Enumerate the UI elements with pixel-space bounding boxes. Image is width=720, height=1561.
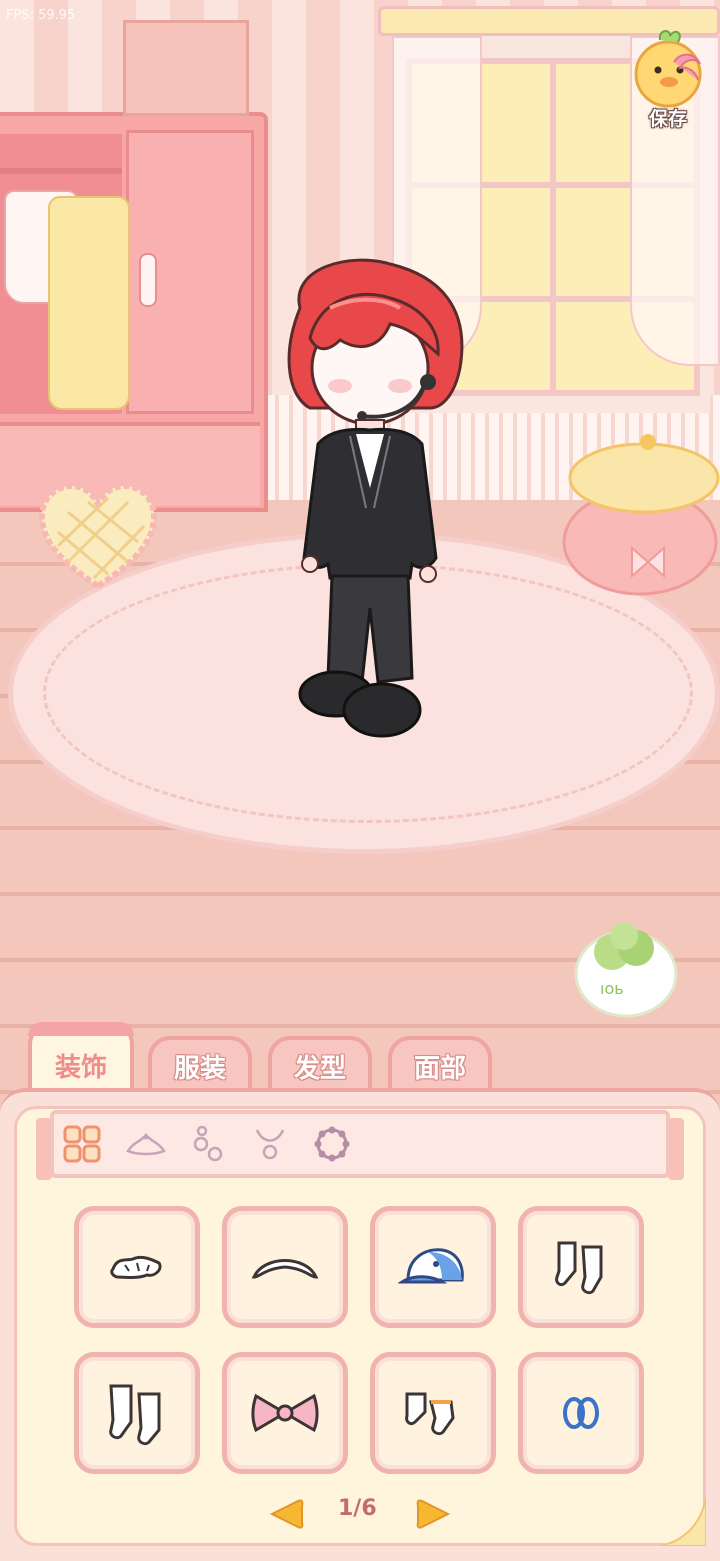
tab-label: 装饰 xyxy=(54,1053,107,1083)
tab-hairstyle[interactable]: 发型 xyxy=(268,1036,372,1092)
page-indicator: 1/6 xyxy=(338,1496,377,1521)
pink-pouf xyxy=(562,434,720,596)
item-slot[interactable] xyxy=(518,1206,644,1328)
prev-page-icon[interactable] xyxy=(268,1498,304,1530)
item-slot[interactable] xyxy=(222,1206,348,1328)
plant-pot: ıoь xyxy=(574,922,678,1018)
door-handle xyxy=(139,253,157,307)
headband-icon xyxy=(251,1259,319,1279)
hanging-yellow-dress xyxy=(48,196,130,410)
save-button[interactable]: 保存 xyxy=(630,28,706,130)
save-label: 保存 xyxy=(648,108,687,130)
tab-clothing[interactable]: 服装 xyxy=(148,1036,252,1092)
next-page-icon[interactable] xyxy=(416,1498,452,1530)
hanging-rod xyxy=(0,168,122,174)
item-slot[interactable] xyxy=(74,1352,200,1474)
tab-label: 服装 xyxy=(173,1054,226,1084)
grid-all-icon[interactable] xyxy=(62,1124,102,1164)
tab-label: 发型 xyxy=(293,1054,346,1084)
tab-label: 面部 xyxy=(413,1054,466,1084)
item-slot[interactable] xyxy=(518,1352,644,1474)
duck-mascot-icon xyxy=(634,30,702,108)
subbar-edge xyxy=(668,1118,684,1180)
page-curl-decoration xyxy=(660,1498,706,1546)
svg-text:ıoь: ıoь xyxy=(600,979,624,998)
item-slot[interactable] xyxy=(74,1206,200,1328)
storage-box xyxy=(123,20,249,116)
earrings-icon[interactable] xyxy=(188,1124,228,1164)
item-slot[interactable] xyxy=(370,1206,496,1328)
wardrobe-door xyxy=(126,130,254,414)
fps-counter: FPS: 59.95 xyxy=(6,8,76,23)
item-slot[interactable] xyxy=(370,1352,496,1474)
blue-cap-icon xyxy=(398,1248,464,1284)
character-avatar xyxy=(287,258,464,738)
blue-rings-icon xyxy=(563,1397,599,1429)
item-slot[interactable] xyxy=(222,1352,348,1474)
white-socks-icon xyxy=(555,1241,603,1295)
tab-decor[interactable]: 装饰 xyxy=(28,1022,134,1094)
white-socks-tall-icon xyxy=(109,1384,161,1446)
bracelet-icon[interactable] xyxy=(312,1124,352,1164)
tab-face[interactable]: 面部 xyxy=(388,1036,492,1092)
hair-scrunchie-icon xyxy=(110,1255,162,1279)
pink-bow-icon xyxy=(251,1393,319,1433)
heart-cushion xyxy=(38,482,158,590)
ankle-socks-icon xyxy=(405,1392,455,1436)
necklace-icon[interactable] xyxy=(250,1124,290,1164)
tiara-icon[interactable] xyxy=(124,1124,168,1164)
